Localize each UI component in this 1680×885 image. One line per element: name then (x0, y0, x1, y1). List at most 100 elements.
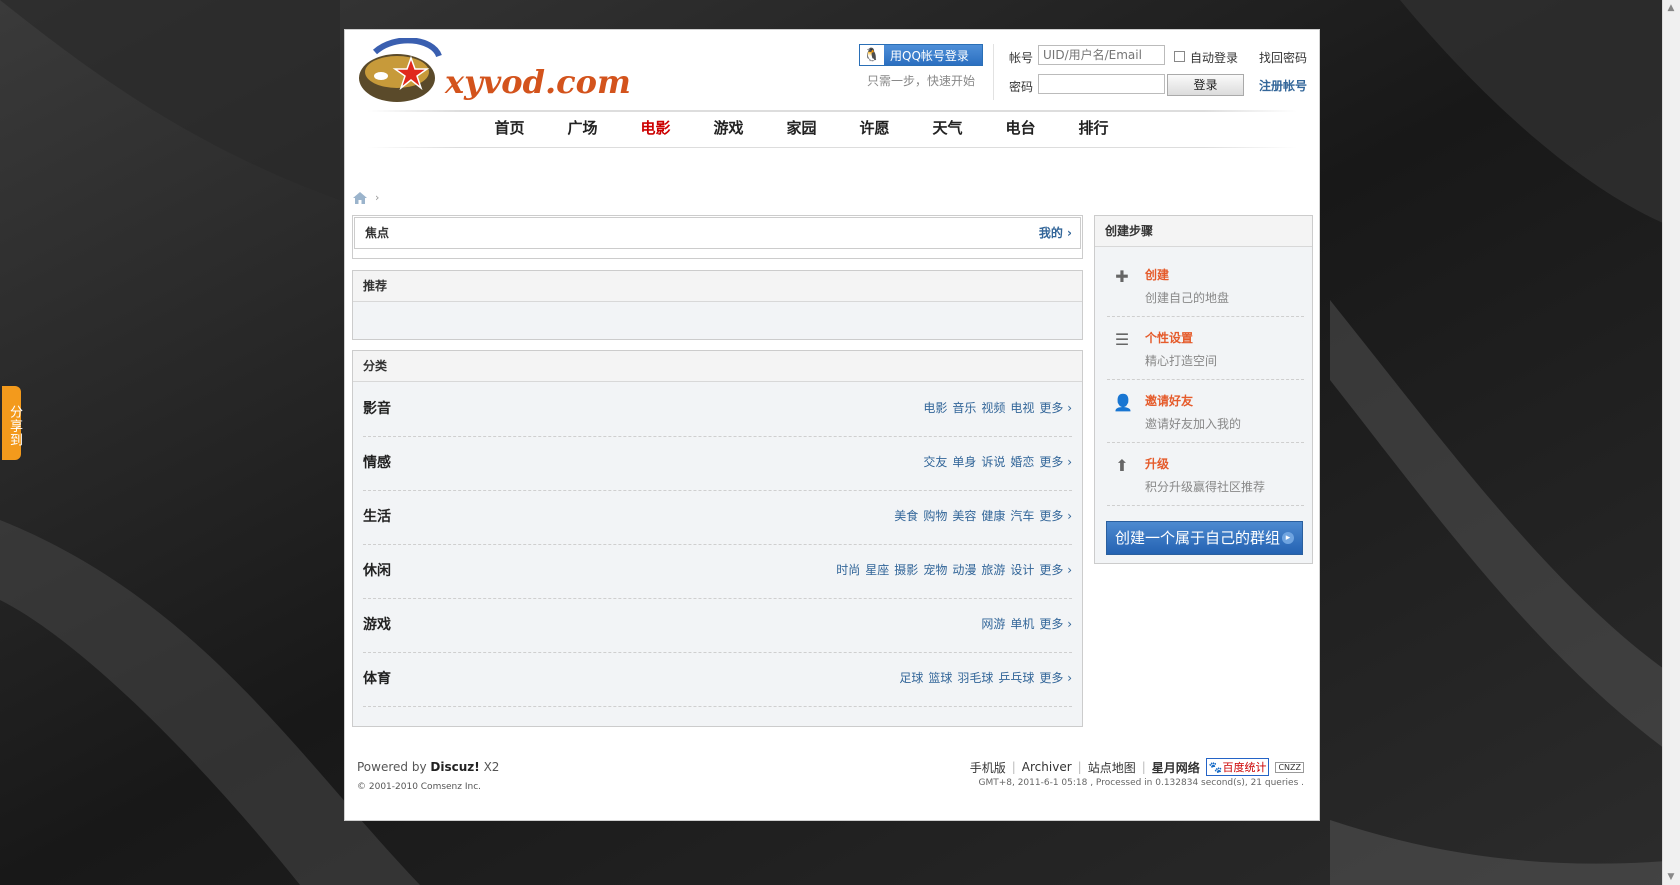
footer-link-archiver[interactable]: Archiver (1022, 760, 1072, 774)
site-logo[interactable]: xyvod.com (355, 37, 631, 104)
category-row: 游戏 网游 单机 更多 › (363, 598, 1072, 653)
copyright: © 2001-2010 Comsenz Inc. (357, 782, 482, 792)
footer-link-sitemap[interactable]: 站点地图 (1088, 759, 1136, 776)
list-icon: ☰ (1114, 330, 1130, 349)
category-links: 时尚 星座 摄影 宠物 动漫 旅游 设计 更多 › (836, 561, 1072, 578)
category-link[interactable]: 美食 (894, 507, 918, 524)
category-name[interactable]: 情感 (363, 452, 391, 472)
breadcrumb: › (353, 191, 379, 204)
footer-links: 手机版 | Archiver | 站点地图 | 星月网络 🐾百度统计 CNZZ (970, 758, 1304, 776)
discuz-link[interactable]: Discuz! (430, 760, 479, 774)
step-title[interactable]: 个性设置 (1145, 329, 1193, 346)
account-input[interactable] (1038, 45, 1165, 65)
powered-by: Powered by Discuz! X2 (357, 760, 499, 774)
category-link[interactable]: 足球 (899, 669, 923, 686)
category-more-link[interactable]: 更多 › (1039, 561, 1072, 578)
category-link[interactable]: 视频 (981, 399, 1005, 416)
category-link[interactable]: 购物 (923, 507, 947, 524)
category-name[interactable]: 休闲 (363, 560, 391, 580)
category-link[interactable]: 篮球 (928, 669, 952, 686)
user-icon: 👤 (1113, 393, 1133, 412)
focus-mine-link[interactable]: 我的 › (1039, 224, 1072, 241)
category-row: 情感 交友 单身 诉说 婚恋 更多 › (363, 436, 1072, 491)
scroll-up-icon[interactable]: ▲ (1665, 2, 1677, 14)
category-link[interactable]: 星座 (865, 561, 889, 578)
login-button[interactable]: 登录 (1167, 74, 1244, 96)
step-settings: ☰ 个性设置 精心打造空间 (1107, 317, 1304, 380)
arrow-right-icon: ▸ (1282, 532, 1294, 544)
step-title[interactable]: 升级 (1145, 455, 1169, 472)
category-link[interactable]: 摄影 (894, 561, 918, 578)
footer-separator: | (1077, 760, 1082, 774)
category-more-link[interactable]: 更多 › (1039, 399, 1072, 416)
qq-login-button[interactable]: 🐧 用QQ帐号登录 (859, 44, 983, 66)
home-icon[interactable] (353, 191, 367, 204)
category-link[interactable]: 汽车 (1010, 507, 1034, 524)
category-link[interactable]: 单身 (952, 453, 976, 470)
nav-item-home-space[interactable]: 家园 (765, 112, 838, 142)
category-link[interactable]: 时尚 (836, 561, 860, 578)
category-name[interactable]: 体育 (363, 668, 391, 688)
category-link[interactable]: 电视 (1010, 399, 1034, 416)
create-group-button[interactable]: 创建一个属于自己的群组 ▸ (1106, 521, 1303, 555)
auto-login-checkbox[interactable] (1174, 51, 1185, 62)
category-panel: 分类 影音 电影 音乐 视频 电视 更多 › 情感 交友 单身 诉说 婚恋 更多… (352, 350, 1083, 727)
category-link[interactable]: 健康 (981, 507, 1005, 524)
category-link[interactable]: 音乐 (952, 399, 976, 416)
logo-text: xyvod.com (445, 63, 631, 101)
register-link[interactable]: 注册帐号 (1259, 77, 1307, 94)
recommend-panel: 推荐 (352, 270, 1083, 340)
cnzz-badge[interactable]: CNZZ (1275, 761, 1304, 773)
logo-mascot-icon (359, 37, 442, 102)
category-more-link[interactable]: 更多 › (1039, 507, 1072, 524)
forgot-password-link[interactable]: 找回密码 (1259, 49, 1307, 66)
step-upgrade: ⬆ 升级 积分升级赢得社区推荐 (1107, 443, 1304, 506)
step-title[interactable]: 创建 (1145, 266, 1169, 283)
category-more-link[interactable]: 更多 › (1039, 453, 1072, 470)
nav-item-game[interactable]: 游戏 (692, 112, 765, 142)
category-link[interactable]: 旅游 (981, 561, 1005, 578)
nav-item-ranking[interactable]: 排行 (1057, 112, 1130, 142)
category-link[interactable]: 单机 (1010, 615, 1034, 632)
nav-item-home[interactable]: 首页 (473, 112, 546, 142)
password-input[interactable] (1038, 74, 1165, 94)
nav-item-movie[interactable]: 电影 (619, 112, 692, 142)
scroll-down-icon[interactable]: ▼ (1665, 871, 1677, 883)
category-more-link[interactable]: 更多 › (1039, 669, 1072, 686)
account-label: 帐号 (1009, 51, 1034, 65)
auto-login-label: 自动登录 (1190, 51, 1239, 65)
category-more-link[interactable]: 更多 › (1039, 615, 1072, 632)
nav-item-square[interactable]: 广场 (546, 112, 619, 142)
category-link[interactable]: 诉说 (981, 453, 1005, 470)
category-link[interactable]: 交友 (923, 453, 947, 470)
create-steps-panel: 创建步骤 ✚ 创建 创建自己的地盘 ☰ 个性设置 精心打造空间 👤 邀请好友 邀… (1094, 215, 1313, 564)
qq-login-label: 用QQ帐号登录 (890, 48, 969, 63)
category-link[interactable]: 宠物 (923, 561, 947, 578)
nav-item-wish[interactable]: 许愿 (838, 112, 911, 142)
category-row: 影音 电影 音乐 视频 电视 更多 › (363, 382, 1072, 437)
nav-item-weather[interactable]: 天气 (911, 112, 984, 142)
baidu-stats-badge[interactable]: 🐾百度统计 (1205, 758, 1270, 776)
category-name[interactable]: 生活 (363, 506, 391, 526)
category-link[interactable]: 美容 (952, 507, 976, 524)
footer-link-mobile[interactable]: 手机版 (970, 759, 1006, 776)
focus-panel: 焦点 我的 › (352, 215, 1083, 259)
category-link[interactable]: 设计 (1010, 561, 1034, 578)
category-name[interactable]: 游戏 (363, 614, 391, 634)
password-label: 密码 (1009, 80, 1034, 94)
share-tab[interactable]: 分享到 (2, 386, 22, 460)
category-link[interactable]: 乒乓球 (998, 669, 1034, 686)
step-title[interactable]: 邀请好友 (1145, 392, 1193, 409)
nav-item-radio[interactable]: 电台 (984, 112, 1057, 142)
category-link[interactable]: 网游 (981, 615, 1005, 632)
category-link[interactable]: 婚恋 (1010, 453, 1034, 470)
create-group-label: 创建一个属于自己的群组 (1115, 529, 1281, 547)
category-link[interactable]: 动漫 (952, 561, 976, 578)
category-link[interactable]: 电影 (923, 399, 947, 416)
category-name[interactable]: 影音 (363, 398, 391, 418)
category-row: 生活 美食 购物 美容 健康 汽车 更多 › (363, 490, 1072, 545)
footer-link-site[interactable]: 星月网络 (1152, 759, 1200, 776)
category-link[interactable]: 羽毛球 (957, 669, 993, 686)
vertical-scrollbar[interactable]: ▲ ▼ (1662, 0, 1680, 885)
powered-version: X2 (483, 760, 500, 774)
